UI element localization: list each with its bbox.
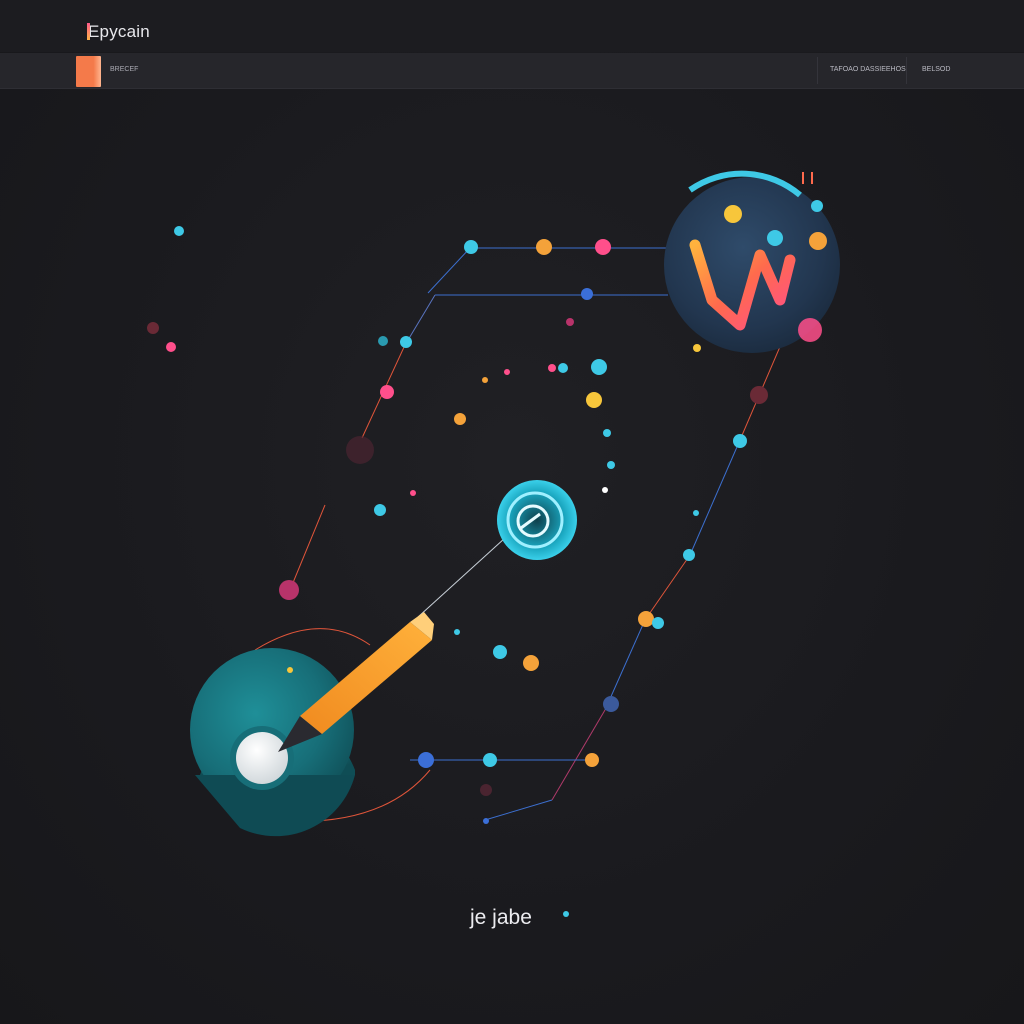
node: [166, 342, 176, 352]
connector-line: [551, 709, 606, 801]
node: [767, 230, 783, 246]
connector-line: [689, 439, 741, 556]
node: [595, 239, 611, 255]
node: [418, 752, 434, 768]
node: [483, 753, 497, 767]
node: [410, 490, 416, 496]
node: [147, 322, 159, 334]
node: [683, 549, 695, 561]
connector-line: [427, 247, 471, 294]
node: [638, 611, 654, 627]
node: [523, 655, 539, 671]
node: [483, 818, 489, 824]
node: [603, 696, 619, 712]
knob-icon: [236, 732, 288, 784]
connector-arc: [254, 628, 371, 651]
node: [548, 364, 556, 372]
caption-dot: [563, 911, 569, 917]
node: [566, 318, 574, 326]
node: [378, 336, 388, 346]
node: [811, 200, 823, 212]
network-illustration: [147, 170, 840, 837]
node: [809, 232, 827, 250]
node: [504, 369, 510, 375]
node: [585, 753, 599, 767]
connector-line: [644, 554, 691, 621]
target-icon: [497, 480, 577, 560]
disc-cluster: [190, 648, 355, 837]
node: [652, 617, 664, 629]
node: [279, 580, 299, 600]
node: [380, 385, 394, 399]
node: [586, 392, 602, 408]
target-line: [417, 537, 506, 618]
node: [591, 359, 607, 375]
node: [464, 240, 478, 254]
node: [287, 667, 293, 673]
node: [454, 629, 460, 635]
node: [693, 344, 701, 352]
node: [558, 363, 568, 373]
node: [454, 413, 466, 425]
node: [493, 645, 507, 659]
node: [536, 239, 552, 255]
node: [346, 436, 374, 464]
node: [693, 510, 699, 516]
node: [750, 386, 768, 404]
node: [607, 461, 615, 469]
node: [480, 784, 492, 796]
node: [602, 487, 608, 493]
node: [400, 336, 412, 348]
node: [603, 429, 611, 437]
node: [581, 288, 593, 300]
node: [374, 504, 386, 516]
node: [798, 318, 822, 342]
connector-line: [289, 504, 326, 591]
node: [174, 226, 184, 236]
caption: je jabe: [470, 906, 532, 929]
node: [724, 205, 742, 223]
node: [733, 434, 747, 448]
connector-line: [484, 799, 553, 821]
node: [482, 377, 488, 383]
page: Epycain BRECEF TAFOAO DASSIEEHOS BELSOD: [0, 0, 1024, 1024]
